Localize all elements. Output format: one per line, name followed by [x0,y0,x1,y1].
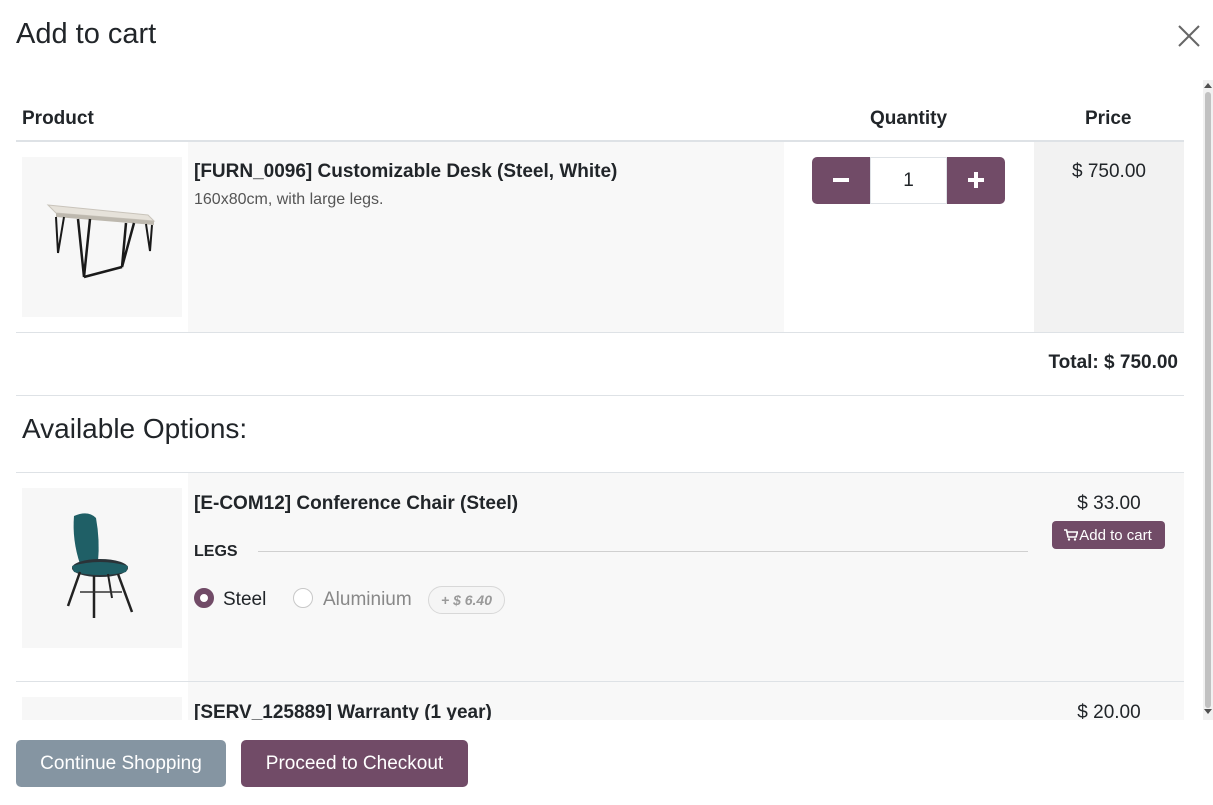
option-image [22,697,182,720]
radio-aluminium-label[interactable]: Aluminium [323,589,412,611]
modal-title: Add to cart [16,18,157,50]
attribute-label: LEGS [194,543,238,560]
product-image [22,157,182,317]
options-title: Available Options: [22,413,248,444]
modal-scrollbar[interactable] [1203,80,1213,720]
desk-image [46,204,156,279]
total-price: Total: $ 750.00 [1048,352,1178,373]
option-price: $ 20.00 [1077,702,1141,720]
quantity-input[interactable] [870,157,947,204]
option-name: [E-COM12] Conference Chair (Steel) [194,493,519,514]
header-product: Product [22,108,94,129]
radio-steel-label[interactable]: Steel [223,589,266,611]
continue-shopping-button[interactable]: Continue Shopping [16,740,226,787]
add-to-cart-button[interactable]: Add to cart [1052,521,1165,549]
add-to-cart-label: Add to cart [1079,526,1152,544]
modal-header: Add to cart [0,0,1213,72]
attribute-divider [258,551,1028,552]
scroll-down-icon[interactable] [1204,709,1212,714]
modal-body[interactable]: Product Quantity Price [FURN_0096] Custo… [0,80,1213,720]
price-cell: $ 750.00 [1034,142,1184,332]
close-button[interactable] [1174,20,1204,52]
option-price: $ 33.00 [1077,493,1141,514]
scroll-up-icon[interactable] [1204,83,1212,88]
row-divider [16,395,1184,396]
scroll-thumb[interactable] [1205,92,1211,708]
product-image-cell [16,142,188,332]
close-icon [1178,25,1200,47]
option-image [22,488,182,648]
chair-image [66,513,134,618]
quantity-increase-button[interactable] [947,157,1005,204]
header-quantity: Quantity [870,108,948,129]
product-name: [FURN_0096] Customizable Desk (Steel, Wh… [194,161,618,182]
quantity-cell [784,142,1034,332]
price-extra-badge: + $ 6.40 [428,586,505,614]
option-row: [E-COM12] Conference Chair (Steel) LEGS … [16,473,1184,681]
radio-aluminium[interactable] [293,588,313,608]
option-image-cell [16,473,188,681]
product-description: 160x80cm, with large legs. [194,191,384,208]
main-product-row: [FURN_0096] Customizable Desk (Steel, Wh… [16,142,1184,332]
modal-footer: Continue Shopping Proceed to Checkout [0,720,1213,805]
option-row: [SERV_125889] Warranty (1 year) $ 20.00 [16,682,1184,720]
product-description-cell: [FURN_0096] Customizable Desk (Steel, Wh… [188,142,784,332]
product-price: $ 750.00 [1072,161,1146,182]
row-divider [16,332,1184,333]
header-price: Price [1085,108,1132,129]
quantity-decrease-button[interactable] [812,157,870,204]
option-image-cell [16,682,188,720]
radio-steel[interactable] [194,588,214,608]
proceed-to-checkout-button[interactable]: Proceed to Checkout [241,740,468,787]
cart-icon [1064,529,1078,541]
option-name: [SERV_125889] Warranty (1 year) [194,702,492,720]
